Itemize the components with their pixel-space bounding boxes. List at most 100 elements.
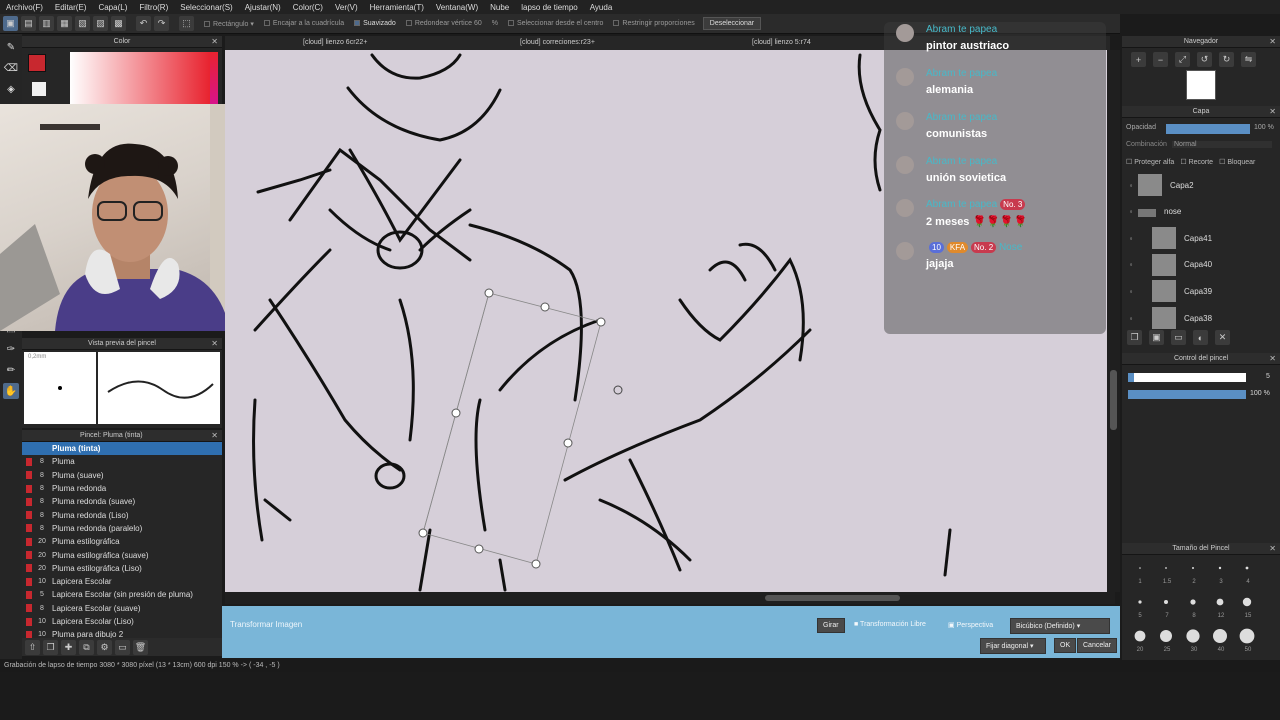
undo-icon[interactable]: ↶ [136, 16, 151, 31]
brush-item[interactable]: 20 Pluma estilográfica (Liso) [22, 562, 222, 575]
tab-lienzo-6[interactable]: [cloud] lienzo 6cr22+ [303, 39, 367, 46]
deselect-button[interactable]: Deseleccionar [702, 17, 762, 30]
redo-icon[interactable]: ↷ [154, 16, 169, 31]
perspective-option[interactable]: ▣ Perspectiva [948, 621, 993, 629]
flip-icon[interactable]: ⇋ [1241, 52, 1256, 67]
from-center-option[interactable]: Seleccionar desde el centro [508, 20, 603, 27]
brush-item[interactable]: 10 Lapicera Escolar (Liso) [22, 615, 222, 628]
round-corners-option[interactable]: Redondear vértice 60 [405, 20, 482, 27]
menu-ayuda[interactable]: Ayuda [584, 3, 619, 12]
free-transform-option[interactable]: ■ Transformación Libre [854, 621, 926, 628]
export-icon[interactable]: ▨ [93, 16, 108, 31]
hue-bar[interactable] [210, 52, 218, 104]
layer-icon[interactable]: ▧ [75, 16, 90, 31]
brush-item[interactable]: 20 Pluma estilográfica [22, 535, 222, 548]
menu-ajustar[interactable]: Ajustar(N) [239, 3, 287, 12]
folder-icon[interactable]: ▭ [115, 639, 130, 655]
copy-icon[interactable]: ❐ [43, 639, 58, 655]
brush-opacity-slider[interactable] [1128, 390, 1246, 399]
zoom-out-icon[interactable]: − [1153, 52, 1168, 67]
layer-row[interactable]: ◦ Capa39 [1124, 278, 1266, 304]
tab-lienzo-5[interactable]: [cloud] lienzo 5:r74 [752, 39, 811, 46]
vertical-scrollbar[interactable] [1107, 50, 1120, 592]
menu-filtro[interactable]: Filtro(R) [133, 3, 174, 12]
brush-item[interactable]: 8 Pluma redonda (suave) [22, 495, 222, 508]
protect-alpha-checkbox[interactable]: ☐ Proteger alfa [1126, 158, 1174, 166]
main-color-swatch[interactable] [28, 54, 46, 72]
menu-editar[interactable]: Editar(E) [49, 3, 93, 12]
mask-icon[interactable]: ◐ [1193, 330, 1208, 345]
tab-correciones[interactable]: [cloud] correciones:r23+ [520, 39, 595, 46]
shape-select[interactable]: Rectángulo ▾ [204, 20, 254, 28]
open-icon[interactable]: ▥ [39, 16, 54, 31]
pencil-tool-icon[interactable]: ✏ [3, 362, 19, 378]
eye-icon[interactable]: ◦ [1124, 314, 1138, 323]
brush-item[interactable]: 5 Lapicera Escolar (sin presión de pluma) [22, 588, 222, 601]
eraser-tool-icon[interactable]: ⌫ [3, 60, 19, 76]
eye-icon[interactable]: ◦ [1124, 181, 1138, 190]
eye-icon[interactable]: ◦ [1124, 234, 1138, 243]
rotate-button[interactable]: Girar [817, 618, 845, 633]
new-vector-icon[interactable]: ▣ [1149, 330, 1164, 345]
menu-nube[interactable]: Nube [484, 3, 515, 12]
fit-icon[interactable]: ⤢ [1175, 52, 1190, 67]
menu-capa[interactable]: Capa(L) [92, 3, 133, 12]
brush-item[interactable]: 8 Pluma redonda (Liso) [22, 508, 222, 521]
brush-item[interactable]: 8 Pluma (suave) [22, 469, 222, 482]
brush-size-slider[interactable] [1128, 373, 1246, 382]
lock-checkbox[interactable]: ☐ Bloquear [1219, 158, 1255, 166]
sub-color-swatch[interactable] [32, 82, 46, 96]
rotate-right-icon[interactable]: ↻ [1219, 52, 1234, 67]
duplicate-icon[interactable]: ⧉ [79, 639, 94, 655]
brush-item[interactable]: 8 Pluma redonda [22, 482, 222, 495]
zoom-in-icon[interactable]: + [1131, 52, 1146, 67]
layer-row[interactable]: ◦ nose [1124, 199, 1266, 225]
upload-icon[interactable]: ⇧ [25, 639, 40, 655]
restrict-option[interactable]: Restringir proporciones [613, 20, 695, 27]
menu-lapso[interactable]: lapso de tiempo [515, 3, 583, 12]
layer-row[interactable]: ◦ Capa40 [1124, 252, 1266, 278]
eye-icon[interactable]: ◦ [1124, 260, 1138, 269]
save-icon[interactable]: ▦ [57, 16, 72, 31]
hand-tool-icon[interactable]: ✋ [3, 383, 19, 399]
new-layer-icon[interactable]: ❐ [1127, 330, 1142, 345]
color-gradient[interactable] [70, 52, 210, 104]
rotate-left-icon[interactable]: ↺ [1197, 52, 1212, 67]
eye-icon[interactable]: ◦ [1124, 287, 1138, 296]
interpolation-select[interactable]: Bicúbico (Definido) ▾ [1010, 618, 1110, 634]
menu-ventana[interactable]: Ventana(W) [430, 3, 484, 12]
new-file-icon[interactable]: ▤ [21, 16, 36, 31]
brush-size-dots[interactable] [1126, 562, 1258, 652]
eyedropper-icon[interactable]: ✑ [3, 341, 19, 357]
hscroll-thumb[interactable] [765, 595, 900, 601]
snap-grid-option[interactable]: Encajar a la cuadrícula [263, 20, 344, 27]
blend-select[interactable]: Normal [1172, 141, 1272, 148]
menu-ver[interactable]: Ver(V) [329, 3, 364, 12]
grid-icon[interactable]: ▩ [111, 16, 126, 31]
settings-icon[interactable]: ⚙ [97, 639, 112, 655]
smooth-option[interactable]: Suavizado [354, 20, 396, 27]
brush-item[interactable]: 8 Pluma [22, 455, 222, 468]
brush-item[interactable]: 8 Lapicera Escolar (suave) [22, 602, 222, 615]
menu-archivo[interactable]: Archivo(F) [0, 3, 49, 12]
brush-item[interactable]: 8 Pluma redonda (paralelo) [22, 522, 222, 535]
delete-icon[interactable]: 🗑 [133, 639, 148, 655]
brush-item[interactable]: 10 Lapicera Escolar [22, 575, 222, 588]
cancel-button[interactable]: Cancelar [1077, 638, 1118, 653]
fix-diagonal-select[interactable]: Fijar diagonal ▾ [980, 638, 1046, 654]
trash-icon[interactable]: ✕ [1215, 330, 1230, 345]
eye-icon[interactable]: ◦ [1124, 207, 1138, 216]
canvas-icon[interactable]: ▣ [3, 16, 18, 31]
navigator-thumbnail[interactable] [1186, 70, 1216, 100]
menu-herramienta[interactable]: Herramienta(T) [364, 3, 430, 12]
folder-layer-icon[interactable]: ▭ [1171, 330, 1186, 345]
brush-item[interactable]: 20 Pluma estilográfica (suave) [22, 548, 222, 561]
layer-row[interactable]: ◦ Capa41 [1124, 225, 1266, 251]
vscroll-thumb[interactable] [1110, 370, 1117, 430]
fill-tool-icon[interactable]: ◈ [3, 81, 19, 97]
selection-icon[interactable]: ⬚ [179, 16, 194, 31]
horizontal-scrollbar[interactable] [225, 592, 1115, 604]
opacity-slider[interactable] [1166, 124, 1250, 134]
brush-item[interactable]: Pluma (tinta) [22, 442, 222, 456]
ok-button[interactable]: OK [1054, 638, 1077, 653]
